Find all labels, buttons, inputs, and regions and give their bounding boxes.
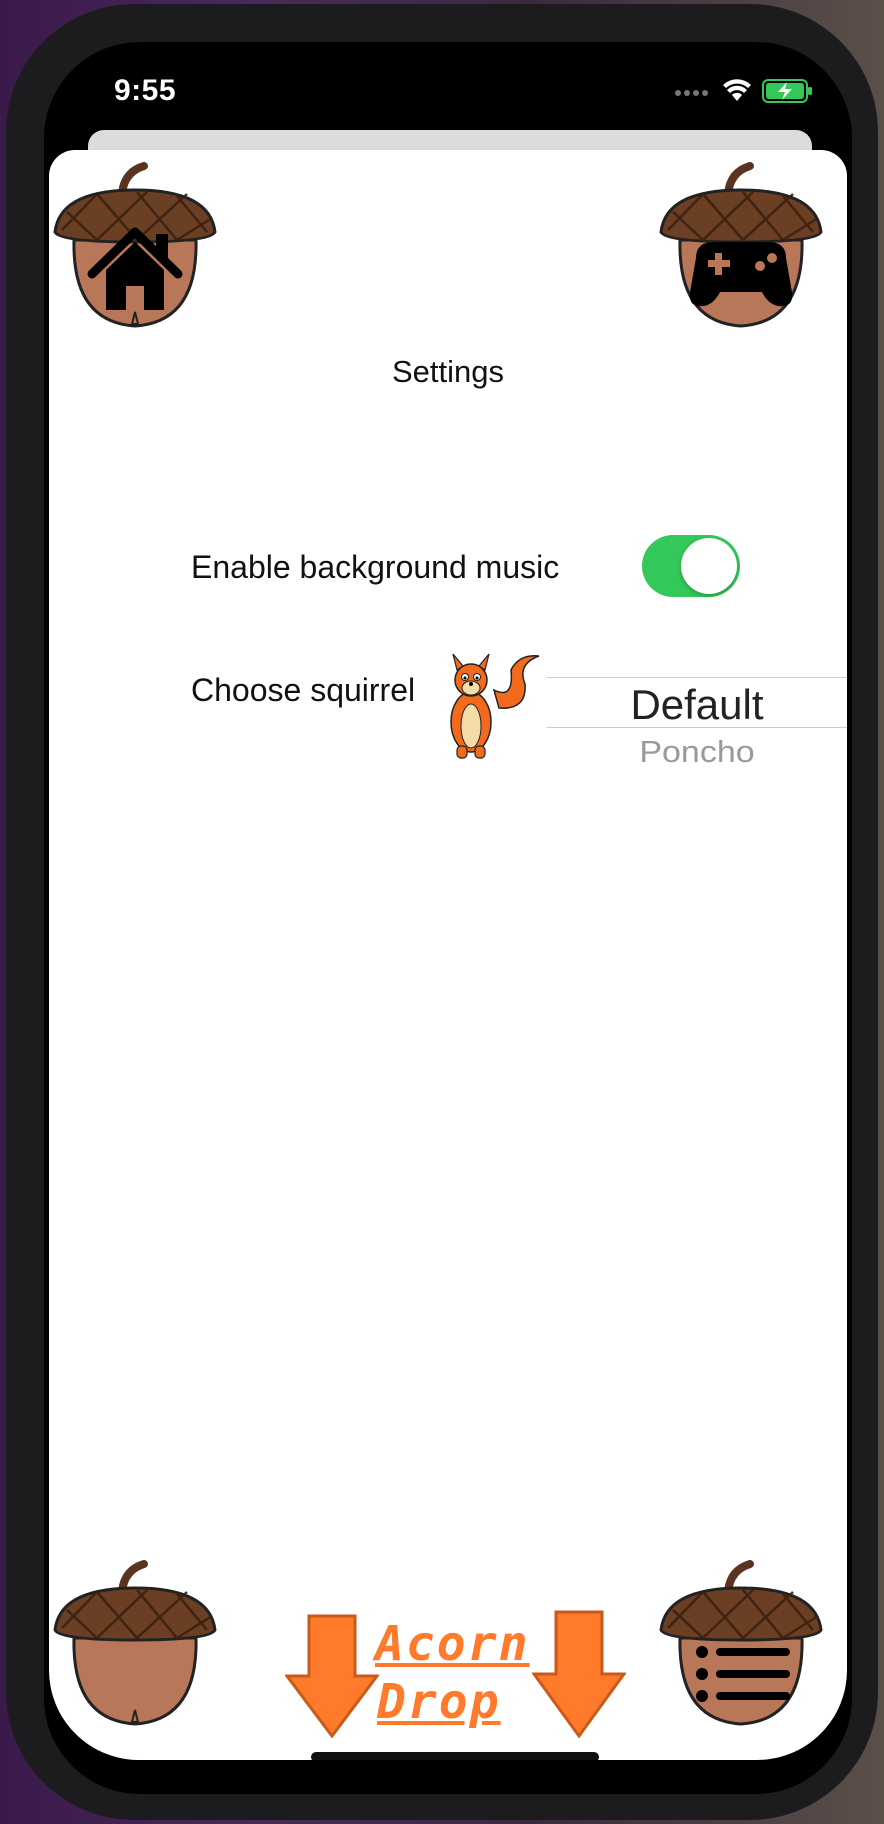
down-arrow-left-icon [285, 1614, 379, 1738]
wifi-icon [723, 79, 751, 101]
game-button[interactable] [658, 162, 824, 332]
picker-top-divider [547, 677, 847, 678]
music-toggle[interactable] [642, 535, 740, 597]
status-time: 9:55 [114, 74, 177, 107]
squirrel-preview-image [450, 653, 540, 759]
down-arrow-right-icon [532, 1610, 626, 1738]
page-title: Settings [391, 354, 504, 389]
acorn-list-icon [659, 1560, 823, 1726]
logo-line-2: Drop [377, 1674, 501, 1730]
logo-line-1: Acorn [375, 1616, 530, 1672]
squirrel-picker[interactable]: Default Poncho [547, 677, 847, 787]
notch [226, 42, 668, 108]
music-label: Enable background music [191, 549, 560, 585]
picker-bottom-divider [547, 727, 847, 728]
picker-next-option[interactable]: Poncho [547, 735, 847, 770]
home-indicator[interactable] [311, 1752, 599, 1760]
battery-charging-icon [762, 79, 812, 103]
acorn-home-icon [53, 162, 217, 328]
home-button[interactable] [52, 162, 218, 332]
signal-icon [675, 90, 708, 96]
acorn-game-icon [659, 162, 823, 328]
list-button[interactable] [658, 1560, 824, 1730]
picker-selected-option[interactable]: Default [547, 681, 847, 729]
squirrel-label: Choose squirrel [191, 672, 416, 708]
acorn-icon [53, 1560, 217, 1726]
settings-screen: Settings Enable background music Choose … [49, 150, 847, 1760]
acorn-decoration [52, 1560, 218, 1730]
phone-frame: 9:55 Settings Enable background music Ch… [6, 4, 878, 1820]
toggle-knob [681, 538, 737, 594]
status-icons [674, 78, 814, 104]
phone-bezel: 9:55 Settings Enable background music Ch… [44, 42, 852, 1794]
